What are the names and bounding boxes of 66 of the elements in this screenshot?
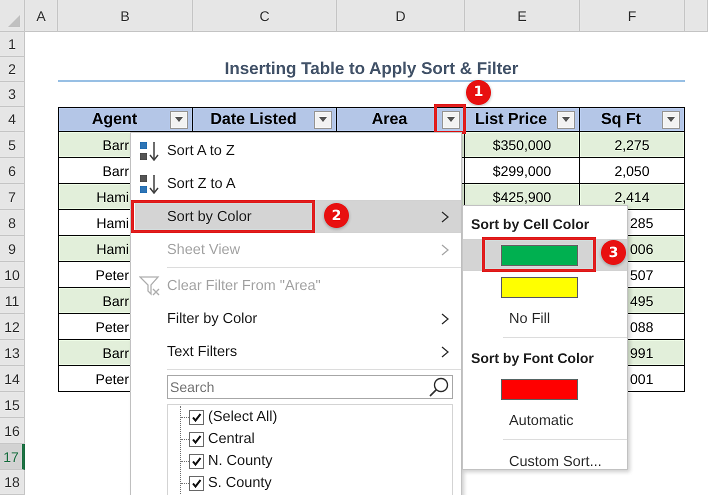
checkbox[interactable] (189, 476, 204, 490)
dropdown-arrow-icon (319, 117, 327, 122)
column-header[interactable]: A (25, 0, 58, 32)
row-header[interactable]: 13 (0, 340, 25, 366)
column-header[interactable]: E (465, 0, 580, 32)
row-header[interactable]: 11 (0, 288, 25, 314)
corner-triangle-icon (7, 14, 21, 28)
header-label: Sq Ft (600, 110, 642, 128)
menu-item[interactable]: Automatic (463, 405, 627, 437)
row-header[interactable]: 18 (0, 470, 25, 495)
row-header[interactable]: 5 (0, 132, 25, 158)
column-header[interactable]: B (58, 0, 193, 32)
column-header[interactable]: D (337, 0, 465, 32)
filter-button[interactable] (442, 110, 460, 128)
dropdown-arrow-icon (667, 117, 675, 122)
row-header[interactable]: 1 (0, 32, 25, 57)
checkbox-label[interactable]: Central (208, 431, 255, 447)
dropdown-arrow-icon (175, 117, 183, 122)
header-label: Agent (90, 110, 138, 128)
row-header[interactable]: 6 (0, 158, 25, 184)
checkbox-label[interactable]: (Select All) (208, 409, 278, 425)
checkbox[interactable] (189, 454, 204, 468)
chevron-icon (441, 210, 449, 222)
clear-filter-icon (139, 274, 161, 296)
row-header[interactable]: 10 (0, 262, 25, 288)
header-label: Area (370, 110, 408, 128)
dropdown-arrow-icon (562, 117, 570, 122)
row-header[interactable]: 2 (0, 57, 25, 82)
row-header[interactable]: 4 (0, 107, 25, 132)
search-icon (428, 376, 450, 398)
header-label: List Price (474, 110, 548, 128)
row-header[interactable]: 14 (0, 366, 25, 392)
table-cell: 2,414 (580, 184, 685, 210)
checkbox[interactable] (189, 410, 204, 424)
table-cell: 2,275 (580, 132, 685, 158)
row-header[interactable]: 12 (0, 314, 25, 340)
sheet-title: Inserting Table to Apply Sort & Filter (58, 57, 685, 82)
filter-button[interactable] (170, 110, 188, 128)
dropdown-arrow-icon (447, 117, 455, 122)
row-header[interactable]: 16 (0, 418, 25, 444)
chevron-icon (441, 346, 449, 358)
table-cell: $350,000 (465, 132, 580, 158)
row-header[interactable]: 7 (0, 184, 25, 210)
menu-item[interactable]: Custom Sort... (463, 446, 627, 478)
search-field[interactable]: Search (167, 375, 453, 399)
table-cell: $299,000 (465, 158, 580, 184)
sort-descending-icon (139, 172, 161, 194)
row-header[interactable]: 9 (0, 236, 25, 262)
filter-button[interactable] (557, 110, 575, 128)
header-label: Date Listed (209, 110, 298, 128)
sort-ascending-icon (139, 140, 161, 162)
row-header[interactable]: 3 (0, 82, 25, 107)
column-header[interactable]: F (580, 0, 685, 32)
chevron-icon (441, 244, 449, 256)
checkbox-label[interactable]: N. County (208, 453, 272, 469)
callout-badge: 1 (466, 80, 491, 104)
column-header[interactable]: C (193, 0, 337, 32)
row-header[interactable]: 17 (0, 444, 25, 470)
filter-button[interactable] (314, 110, 332, 128)
chevron-icon (441, 312, 449, 324)
row-header[interactable]: 8 (0, 210, 25, 236)
filter-button[interactable] (662, 110, 680, 128)
checkbox[interactable] (189, 432, 204, 446)
row-header[interactable]: 15 (0, 392, 25, 418)
checkbox-label[interactable]: S. County (208, 475, 272, 491)
table-cell: 2,050 (580, 158, 685, 184)
